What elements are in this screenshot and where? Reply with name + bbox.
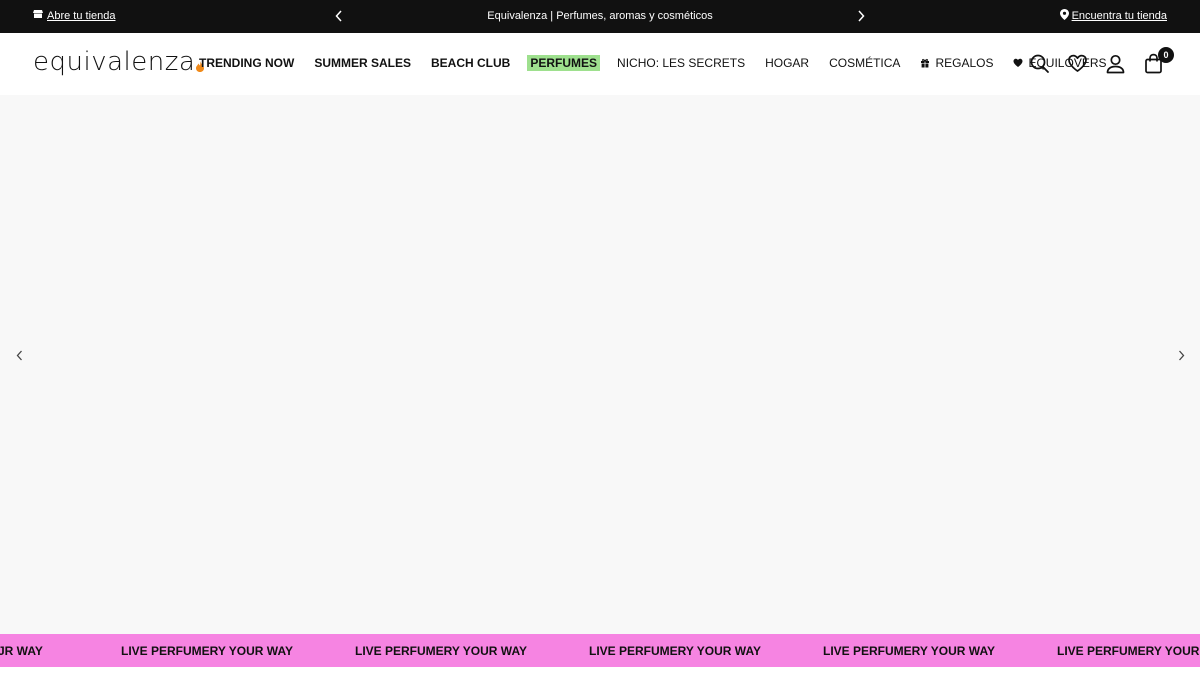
nav-beach-club[interactable]: BEACH CLUB bbox=[431, 55, 510, 71]
marquee-text: LIVE PERFUMERY YOUR WAY bbox=[355, 644, 528, 658]
wishlist-button[interactable] bbox=[1067, 53, 1088, 74]
marquee-banner: JR WAY LIVE PERFUMERY YOUR WAY LIVE PERF… bbox=[0, 634, 1200, 667]
heart-outline-icon bbox=[1068, 54, 1087, 72]
nav-label: TRENDING NOW bbox=[199, 56, 295, 70]
chevron-right-icon bbox=[1178, 350, 1184, 360]
marquee-text: LIVE PERFUMERY YOUR WAY bbox=[121, 644, 294, 658]
page-bottom bbox=[0, 667, 1200, 675]
header-actions: 0 bbox=[1029, 47, 1174, 74]
account-button[interactable] bbox=[1105, 53, 1126, 74]
marquee-text: LIVE PERFUMERY YOUR WAY bbox=[823, 644, 996, 658]
hero-carousel bbox=[0, 95, 1200, 634]
main-nav: TRENDING NOW SUMMER SALES BEACH CLUB PER… bbox=[199, 55, 1127, 71]
marquee-text: LIVE PERFUMERY YOUR WAY bbox=[1057, 644, 1200, 658]
logo-wordmark: equivalenza bbox=[33, 47, 196, 77]
gift-icon bbox=[920, 58, 930, 68]
search-button[interactable] bbox=[1029, 53, 1050, 74]
nav-label: HOGAR bbox=[765, 56, 810, 70]
announcement-text: Equivalenza | Perfumes, aromas y cosméti… bbox=[487, 10, 713, 22]
nav-label: NICHO: LES SECRETS bbox=[617, 56, 746, 70]
nav-cosmetica[interactable]: COSMÉTICA bbox=[829, 55, 900, 71]
nav-regalos[interactable]: REGALOS bbox=[920, 55, 993, 71]
nav-hogar[interactable]: HOGAR bbox=[765, 55, 809, 71]
nav-label: REGALOS bbox=[935, 56, 994, 70]
find-store-label[interactable]: Encuentra tu tienda bbox=[1072, 10, 1167, 22]
marquee-text: LIVE PERFUMERY YOUR WAY bbox=[589, 644, 762, 658]
location-pin-icon bbox=[1059, 9, 1069, 23]
nav-perfumes[interactable]: PERFUMES bbox=[527, 55, 601, 71]
announcement-bar: Abre tu tienda Equivalenza | Perfumes, a… bbox=[0, 0, 1200, 33]
heart-icon bbox=[1013, 58, 1023, 68]
marquee-text: JR WAY bbox=[0, 644, 43, 658]
chevron-right-icon bbox=[858, 10, 865, 22]
cart-count-badge: 0 bbox=[1158, 47, 1174, 63]
announcement-next-button[interactable] bbox=[854, 8, 868, 24]
search-icon bbox=[1030, 54, 1049, 73]
hero-next-button[interactable] bbox=[1174, 347, 1188, 363]
nav-label: SUMMER SALES bbox=[314, 56, 412, 70]
brand-logo[interactable]: equivalenza bbox=[33, 47, 205, 77]
nav-nicho-les-secrets[interactable]: NICHO: LES SECRETS bbox=[617, 55, 745, 71]
user-icon bbox=[1106, 54, 1125, 74]
chevron-left-icon bbox=[16, 350, 22, 360]
nav-label: BEACH CLUB bbox=[431, 56, 511, 70]
nav-label: PERFUMES bbox=[530, 56, 598, 70]
cart-button[interactable]: 0 bbox=[1143, 47, 1174, 74]
nav-trending-now[interactable]: TRENDING NOW bbox=[199, 55, 294, 71]
nav-label: COSMÉTICA bbox=[829, 56, 901, 70]
hero-prev-button[interactable] bbox=[12, 347, 26, 363]
nav-summer-sales[interactable]: SUMMER SALES bbox=[314, 55, 411, 71]
find-store-link[interactable]: Encuentra tu tienda bbox=[1059, 9, 1167, 23]
main-header: equivalenza TRENDING NOW SUMMER SALES BE… bbox=[0, 33, 1200, 95]
